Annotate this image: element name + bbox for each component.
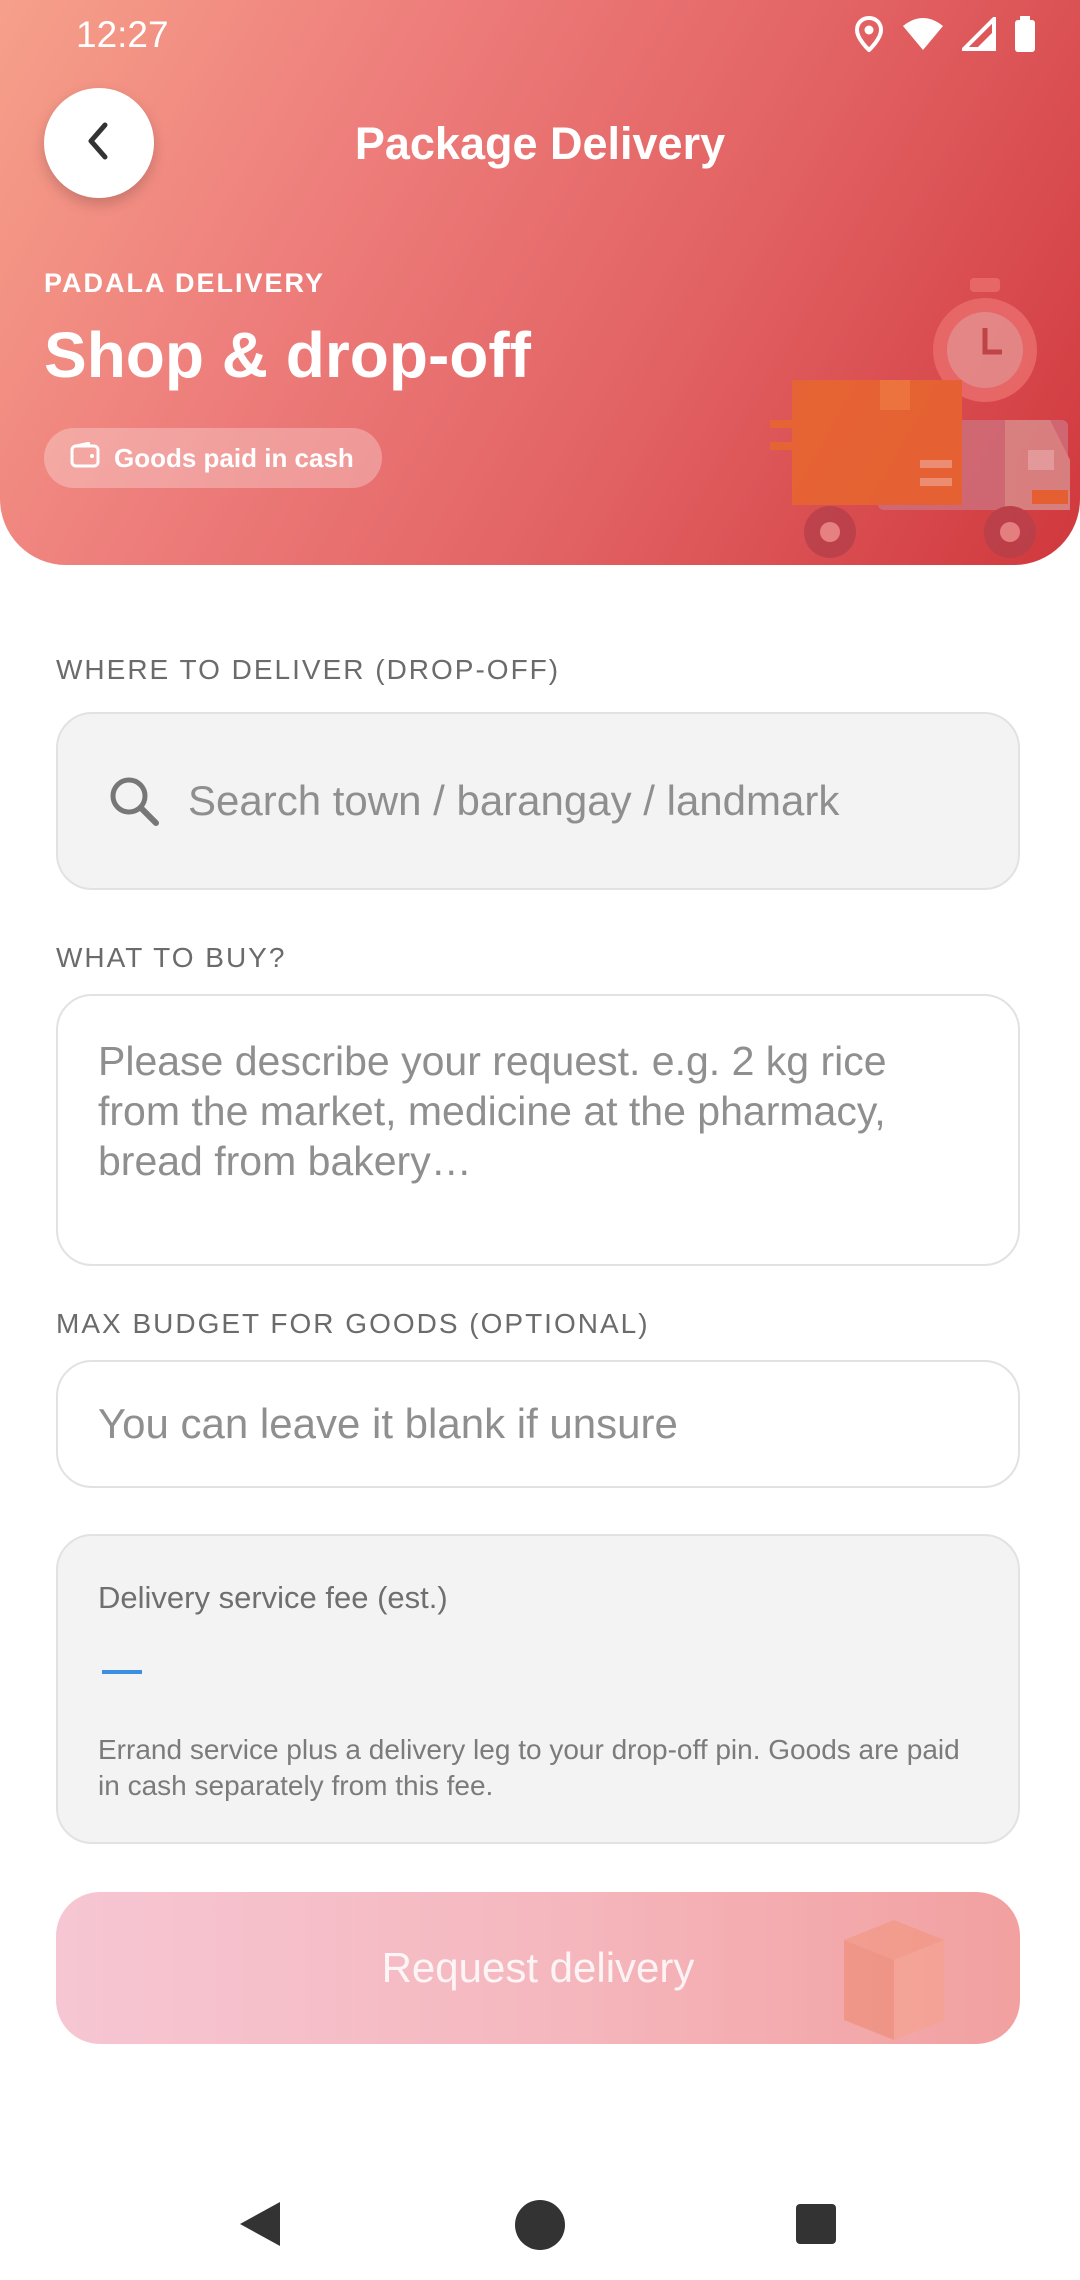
nav-home-icon[interactable] [513,2198,567,2257]
budget-label: MAX BUDGET FOR GOODS (OPTIONAL) [56,1308,650,1339]
buy-placeholder: Please describe your request. e.g. 2 kg … [98,1038,887,1184]
system-nav-bar [0,2140,1080,2280]
buy-request-textarea[interactable]: Please describe your request. e.g. 2 kg … [56,994,1020,1266]
delivery-truck-icon [764,270,1080,565]
request-delivery-button[interactable]: Request delivery [56,1892,1020,2044]
battery-icon [1014,15,1036,57]
search-icon [106,773,162,829]
budget-placeholder: You can leave it blank if unsure [98,1400,678,1447]
signal-icon [959,13,996,56]
dropoff-search-input[interactable]: Search town / barangay / landmark [56,712,1020,890]
service-eyebrow: PADALA DELIVERY [44,268,326,298]
buy-label: WHAT TO BUY? [56,942,287,973]
wallet-icon [70,441,100,475]
dropoff-placeholder: Search town / barangay / landmark [188,777,840,824]
location-icon [854,15,884,57]
status-time: 12:27 [76,14,169,55]
fee-note: Errand service plus a delivery leg to yo… [98,1734,960,1801]
status-icons [854,13,1036,58]
page-title: Package Delivery [354,118,726,169]
dropoff-label: WHERE TO DELIVER (DROP-OFF) [56,654,561,685]
payment-pill: Goods paid in cash [44,428,382,488]
fee-title: Delivery service fee (est.) [98,1580,448,1615]
fee-card: Delivery service fee (est.) Errand servi… [56,1534,1020,1844]
header-banner: 12:27 Package Delivery PADALA DELIVERY S… [0,0,1080,565]
fee-value-placeholder [102,1670,142,1674]
service-title: Shop & drop-off [44,319,531,391]
payment-pill-label: Goods paid in cash [114,442,354,473]
package-icon [824,1910,964,2044]
request-delivery-label: Request delivery [381,1944,695,1991]
nav-back-icon[interactable] [236,2198,284,2255]
budget-input[interactable]: You can leave it blank if unsure [56,1360,1020,1488]
nav-recents-icon[interactable] [794,2202,838,2251]
wifi-icon [902,17,944,56]
